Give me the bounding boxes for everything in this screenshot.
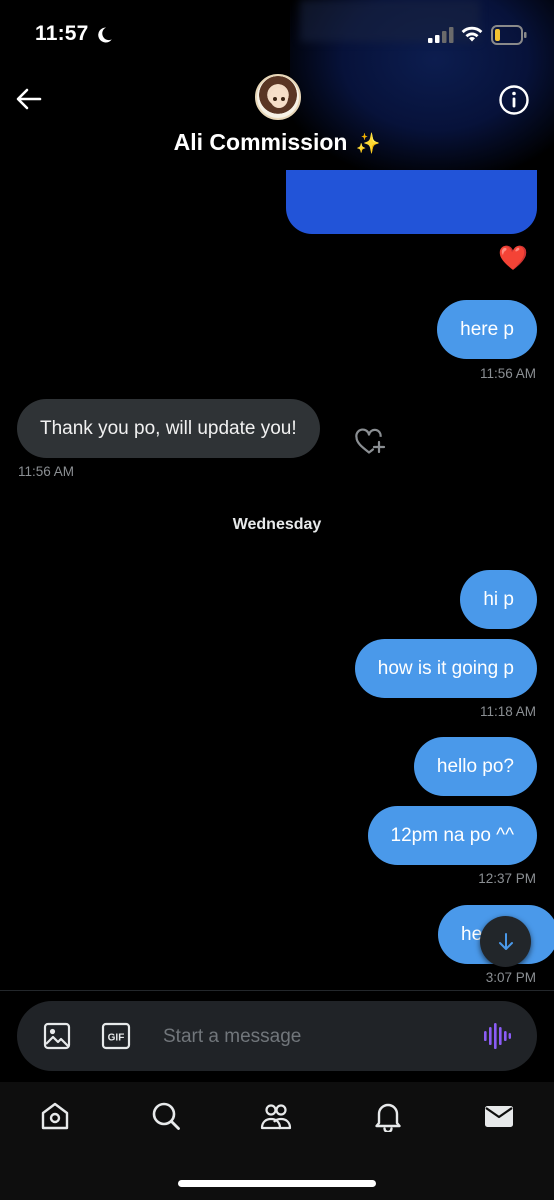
- avatar-eye-right: [281, 97, 285, 101]
- message-timestamp: 3:07 PM: [485, 970, 536, 985]
- status-bar: 11:57: [0, 0, 554, 170]
- message-bubble-outgoing[interactable]: hi p: [460, 570, 537, 629]
- avatar[interactable]: [255, 74, 301, 120]
- home-icon[interactable]: [39, 1100, 71, 1132]
- gif-label: GIF: [108, 1033, 125, 1044]
- moon-icon: [98, 27, 112, 43]
- message-bubble-outgoing[interactable]: how is it going p: [354, 639, 537, 698]
- arrow-down-icon: [498, 932, 513, 950]
- message-timestamp: 12:37 PM: [478, 871, 536, 886]
- message-bubble-outgoing[interactable]: hello po?: [413, 737, 537, 796]
- heart-reaction-icon: ❤️: [498, 245, 528, 272]
- voice-message-icon[interactable]: [483, 1022, 511, 1050]
- message-timestamp: 11:18 AM: [479, 704, 536, 719]
- composer-bar: GIF: [0, 990, 554, 1082]
- info-icon[interactable]: [498, 84, 530, 116]
- home-indicator[interactable]: [178, 1180, 376, 1187]
- image-icon[interactable]: [43, 1022, 71, 1050]
- sparkle-icon: ✨: [355, 133, 381, 155]
- status-time: 11:57: [35, 22, 89, 45]
- battery-icon: [491, 25, 527, 45]
- message-thread[interactable]: ❤️ here p 11:56 AM Thank you po, will up…: [0, 170, 554, 990]
- scroll-to-bottom-button[interactable]: [480, 916, 531, 967]
- notifications-icon[interactable]: [372, 1100, 404, 1132]
- message-bubble-incoming[interactable]: Thank you po, will update you!: [17, 399, 320, 458]
- message-input[interactable]: [163, 1023, 463, 1051]
- communities-icon[interactable]: [260, 1100, 292, 1132]
- message-bubble-outgoing[interactable]: 12pm na po ^^: [367, 806, 537, 865]
- contact-name[interactable]: Ali Commission ✨: [0, 129, 554, 156]
- signal-icon: [428, 27, 454, 43]
- message-bubble-partial[interactable]: [286, 170, 537, 234]
- message-timestamp: 11:56 AM: [479, 366, 536, 381]
- day-separator: Wednesday: [232, 516, 322, 533]
- back-arrow-icon[interactable]: [14, 84, 44, 114]
- message-composer: GIF: [17, 1001, 537, 1071]
- messages-icon[interactable]: [483, 1100, 515, 1132]
- gif-icon[interactable]: GIF: [101, 1022, 131, 1050]
- message-timestamp: 11:56 AM: [18, 464, 75, 479]
- conversation-header: Ali Commission ✨: [0, 70, 554, 170]
- heart-add-icon[interactable]: [354, 428, 386, 456]
- message-bubble-outgoing[interactable]: here p: [437, 300, 537, 359]
- search-icon[interactable]: [150, 1100, 182, 1132]
- contact-name-text: Ali Commission: [173, 129, 348, 155]
- avatar-eye-left: [273, 97, 277, 101]
- wifi-icon: [461, 26, 483, 42]
